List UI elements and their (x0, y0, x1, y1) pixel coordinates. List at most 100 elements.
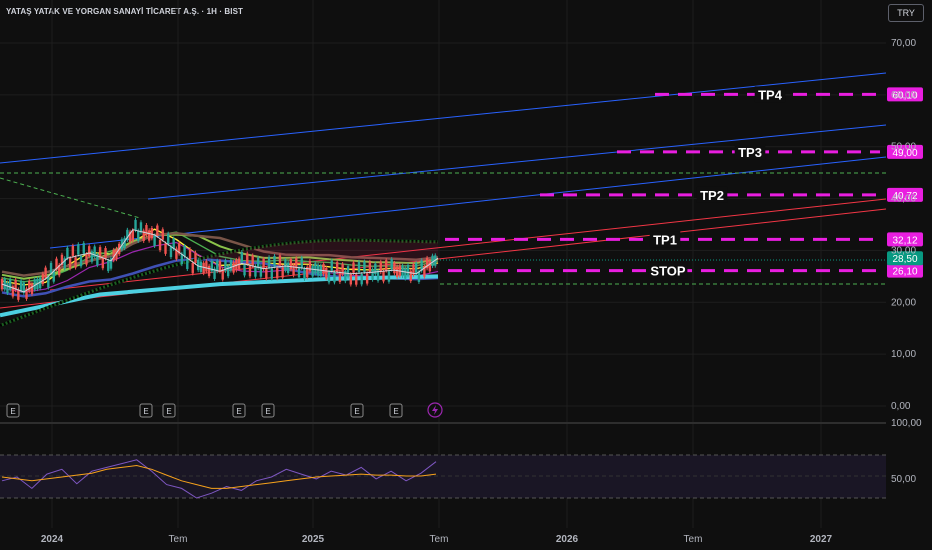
candle-body (344, 270, 347, 282)
candle-body (322, 263, 325, 275)
earnings-event-label: E (10, 407, 15, 416)
target-label-tp4: TP4 (758, 87, 783, 102)
y-tick-label: 60,00 (891, 90, 916, 101)
earnings-event-label: E (393, 407, 398, 416)
candle-body (240, 251, 243, 263)
earnings-events: EEEEEEE (6, 402, 443, 418)
candle-body (52, 271, 55, 282)
candle-body (281, 267, 284, 278)
candle-body (371, 269, 374, 280)
candle-body (379, 261, 382, 273)
candle-body (188, 249, 192, 260)
candle-body (297, 266, 301, 278)
candle-body (265, 268, 268, 279)
candle-body (357, 261, 361, 273)
target-label-tp2: TP2 (700, 188, 724, 203)
channel-red-top (49, 198, 887, 291)
candle-body (311, 266, 314, 277)
candle-body (385, 260, 388, 271)
candle-body (355, 274, 358, 285)
candle-body (6, 282, 9, 294)
channel-blue-mid (147, 124, 887, 200)
rsi-tick-label: 100,00 (891, 418, 922, 429)
candle-body (104, 248, 107, 259)
y-tick-label: 10,00 (891, 349, 916, 360)
candle-body (390, 259, 393, 270)
y-tick-label: 70,00 (891, 38, 916, 49)
candle-body (90, 251, 94, 262)
x-tick-label: Tem (430, 534, 449, 545)
candle-body (205, 261, 208, 272)
y-tick-label: 20,00 (891, 297, 916, 308)
candle-body (232, 262, 235, 273)
candle-body (431, 255, 434, 267)
candle-body (49, 262, 53, 274)
candle-body (276, 267, 279, 279)
candle-body (338, 271, 342, 282)
x-tick-label: Tem (684, 534, 703, 545)
candle-body (30, 283, 34, 295)
candle-body (194, 252, 197, 264)
candle-body (325, 267, 328, 279)
candle-body (74, 257, 77, 268)
moving-average-long (0, 274, 439, 318)
candle-body (150, 227, 154, 239)
candle-body (393, 262, 396, 274)
candle-body (107, 260, 110, 271)
candle-body (327, 272, 331, 283)
candle-body (77, 244, 80, 255)
time-axis: 2024 Tem 2025 Tem 2026 Tem 2027 (41, 534, 833, 545)
price-axis: 0,00 10,00 20,00 30,00 40,00 50,00 60,00 70,00 (891, 38, 916, 412)
candle-body (349, 274, 352, 285)
candle-body (382, 271, 385, 282)
earnings-event-label: E (143, 407, 148, 416)
candle-body (17, 289, 20, 300)
candle-body (246, 253, 249, 264)
green-dashed-diagonal (0, 177, 141, 219)
x-tick-label: 2026 (556, 534, 579, 545)
candle-body (270, 268, 273, 279)
rsi-tick-label: 50,00 (891, 474, 916, 485)
candle-body (164, 243, 167, 254)
target-label-stop: STOP (650, 264, 685, 279)
target-value-stop: 26,10 (892, 267, 917, 278)
candle-body (243, 265, 246, 276)
candle-body (278, 255, 282, 266)
candle-body (308, 260, 312, 272)
candle-body (158, 239, 162, 251)
candle-body (47, 277, 50, 288)
candle-body (248, 265, 252, 277)
candle-body (71, 245, 75, 257)
candle-body (167, 233, 170, 245)
candle-body (251, 255, 254, 266)
candle-body (153, 235, 156, 246)
y-tick-label: 0,00 (891, 401, 911, 412)
candle-body (134, 219, 137, 231)
x-tick-label: 2024 (41, 534, 64, 545)
earnings-event-label: E (354, 407, 359, 416)
candle-body (68, 258, 72, 269)
candle-body (8, 279, 12, 290)
candle-body (169, 246, 173, 258)
chart-canvas[interactable]: TP4 60,10TP3 49,00TP2 40,72TP1 32,12STOP 26,1… (0, 0, 932, 550)
candle-body (101, 257, 105, 269)
candle-body (254, 266, 257, 277)
candle-body (346, 266, 350, 277)
earnings-event-label: E (236, 407, 241, 416)
x-tick-label: 2025 (302, 534, 325, 545)
y-tick-label: 50,00 (891, 142, 916, 153)
candle-body (365, 273, 369, 284)
target-label-tp1: TP1 (653, 232, 677, 247)
candle-body (417, 271, 421, 282)
candle-body (314, 263, 317, 274)
candle-body (262, 258, 265, 270)
candle-body (216, 260, 219, 272)
candle-body (363, 261, 366, 272)
candle-body (156, 225, 159, 236)
candle-body (335, 262, 339, 273)
candle-body (303, 268, 306, 279)
y-tick-label: 40,00 (891, 194, 916, 205)
rsi-axis: 50,00 100,00 (891, 418, 922, 485)
candle-body (273, 255, 276, 267)
earnings-event-label: E (265, 407, 270, 416)
